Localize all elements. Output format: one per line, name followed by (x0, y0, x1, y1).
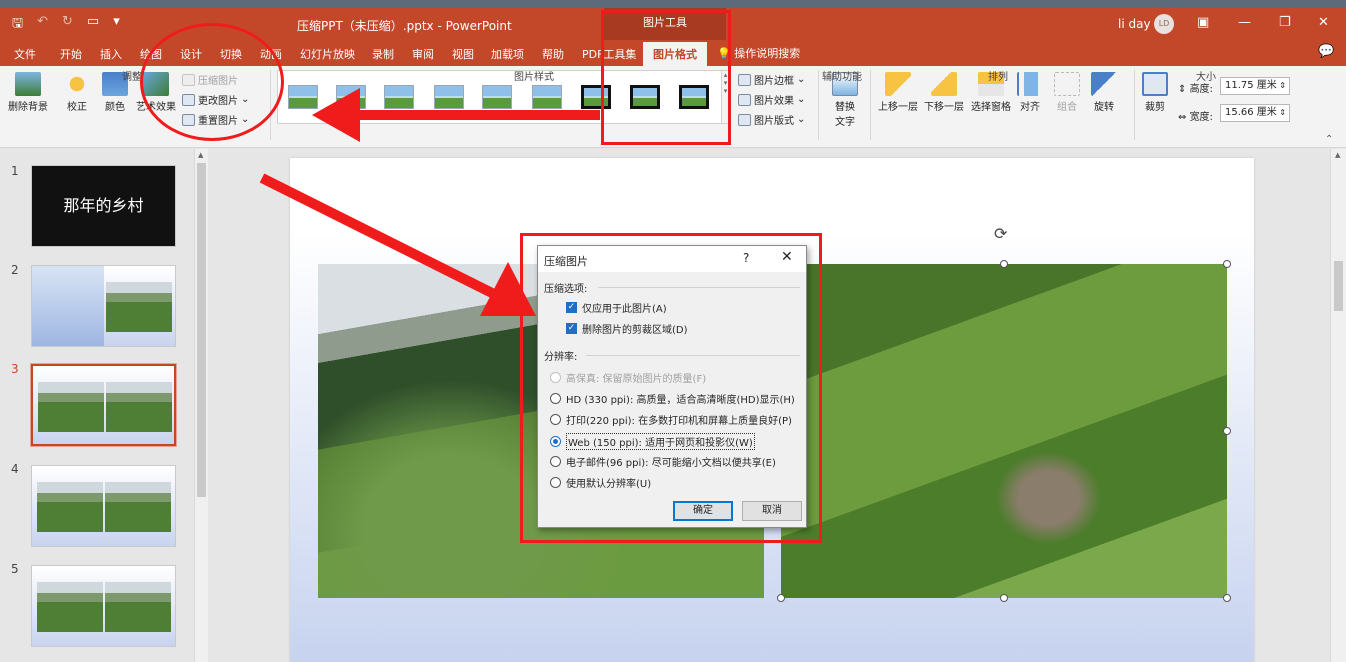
arrow-to-dialog (259, 173, 536, 316)
arrow-to-compress (312, 88, 600, 142)
powerpoint-window: 🖫 ↶ ↻ ▭ ▾ 压缩PPT（未压缩）.pptx - PowerPoint 图… (0, 0, 1346, 662)
annotation-arrows (259, 88, 600, 316)
